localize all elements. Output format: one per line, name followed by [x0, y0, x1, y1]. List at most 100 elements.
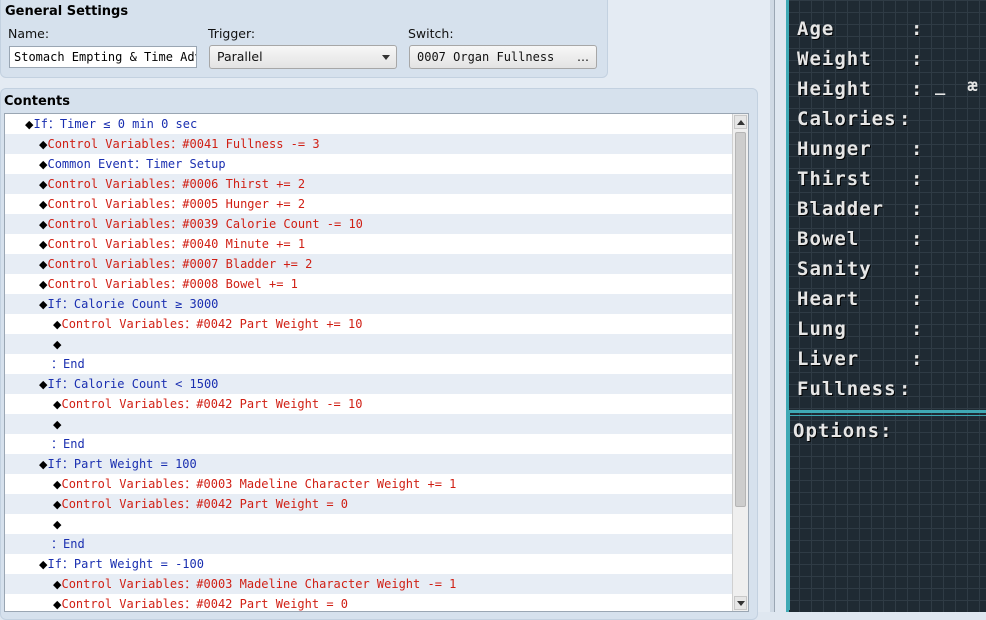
command-text: If：Calorie Count ≥ 3000 [47, 297, 219, 311]
stat-colon: : [911, 258, 923, 280]
height-extra: _ æ [935, 76, 984, 96]
command-text: Control Variables：#0008 Bowel += 1 [47, 277, 298, 291]
command-text: If：Part Weight = -100 [47, 557, 204, 571]
command-text: If：Timer ≤ 0 min 0 sec [33, 117, 198, 131]
stat-label: Bowel [797, 228, 860, 250]
options-divider [789, 415, 986, 416]
command-text: Control Variables：#0005 Hunger += 2 [47, 197, 306, 211]
command-row[interactable]: ：End [5, 434, 748, 454]
switch-value: 0007 Organ Fullness [417, 50, 555, 64]
diamond-icon: ◆ [53, 338, 62, 351]
stat-colon: : [911, 78, 923, 100]
command-row[interactable]: ◆Control Variables：#0039 Calorie Count -… [5, 214, 748, 234]
command-row[interactable]: ◆Control Variables：#0008 Bowel += 1 [5, 274, 748, 294]
command-text: Control Variables：#0042 Part Weight += 1… [61, 317, 363, 331]
general-settings-title: General Settings [5, 4, 129, 19]
command-text: Control Variables：#0003 Madeline Charact… [61, 477, 457, 491]
trigger-select[interactable]: Parallel [209, 45, 397, 69]
command-text: If：Calorie Count < 1500 [47, 377, 219, 391]
command-text: Control Variables：#0039 Calorie Count -=… [47, 217, 363, 231]
arrow-up-icon [737, 120, 745, 125]
stat-colon: : [911, 198, 923, 220]
stat-label: Sanity [797, 258, 872, 280]
command-row[interactable]: ◆ [5, 514, 748, 534]
command-text: Control Variables：#0042 Part Weight = 0 [61, 497, 349, 511]
stat-label: Height [797, 78, 872, 100]
stat-label: Age [797, 18, 835, 40]
contents-title: Contents [4, 94, 70, 109]
trigger-value: Parallel [217, 49, 263, 64]
command-row[interactable]: ◆ [5, 334, 748, 354]
command-row[interactable]: ◆Control Variables：#0003 Madeline Charac… [5, 574, 748, 594]
stat-colon: : [911, 228, 923, 250]
command-row[interactable]: ◆Control Variables：#0041 Fullness -= 3 [5, 134, 748, 154]
command-text: Common Event：Timer Setup [47, 157, 226, 171]
stat-label: Lung [797, 318, 847, 340]
command-row[interactable]: ◆If：Calorie Count < 1500 [5, 374, 748, 394]
options-label: Options: [793, 420, 893, 442]
command-row[interactable]: ◆Control Variables：#0040 Minute += 1 [5, 234, 748, 254]
stat-colon: : [899, 378, 911, 400]
command-row[interactable]: ◆If：Part Weight = -100 [5, 554, 748, 574]
stat-label: Thirst [797, 168, 872, 190]
command-text: ：End [51, 537, 85, 551]
command-row[interactable]: ◆Control Variables：#0003 Madeline Charac… [5, 474, 748, 494]
scroll-thumb[interactable] [735, 132, 746, 507]
command-row[interactable]: ◆Control Variables：#0042 Part Weight = 0 [5, 494, 748, 514]
stat-colon: : [911, 168, 923, 190]
splitter-gap [775, 0, 786, 612]
command-row[interactable]: ◆Common Event：Timer Setup [5, 154, 748, 174]
switch-selector[interactable]: 0007 Organ Fullness … [409, 45, 597, 69]
stat-colon: : [911, 348, 923, 370]
command-text: Control Variables：#0042 Part Weight -= 1… [61, 397, 363, 411]
stat-colon: : [911, 18, 923, 40]
stat-colon: : [911, 288, 923, 310]
command-row[interactable]: ◆Control Variables：#0042 Part Weight = 0 [5, 594, 748, 611]
scroll-down-button[interactable] [734, 596, 747, 610]
command-text: Control Variables：#0042 Part Weight = 0 [61, 597, 349, 611]
command-row[interactable]: ◆Control Variables：#0007 Bladder += 2 [5, 254, 748, 274]
name-label: Name: [8, 26, 50, 41]
command-rows: ◆If：Timer ≤ 0 min 0 sec ◆Control Variable… [5, 114, 748, 611]
stat-label: Heart [797, 288, 860, 310]
command-row[interactable]: ：End [5, 354, 748, 374]
command-text: Control Variables：#0003 Madeline Charact… [61, 577, 457, 591]
name-input[interactable]: Stomach Empting & Time Adva [9, 46, 197, 68]
stat-label: Fullness [797, 378, 897, 400]
command-row[interactable]: ◆Control Variables：#0006 Thirst += 2 [5, 174, 748, 194]
command-row[interactable]: ◆If：Calorie Count ≥ 3000 [5, 294, 748, 314]
diamond-icon: ◆ [53, 518, 62, 531]
command-text: Control Variables：#0006 Thirst += 2 [47, 177, 306, 191]
command-row[interactable]: ◆If：Part Weight = 100 [5, 454, 748, 474]
command-text: ：End [51, 357, 85, 371]
stat-colon: : [899, 108, 911, 130]
scroll-up-button[interactable] [734, 115, 747, 129]
command-row[interactable]: ：End [5, 534, 748, 554]
trigger-label: Trigger: [208, 26, 256, 41]
stat-label: Weight [797, 48, 872, 70]
event-editor: General Settings Name: Stomach Empting &… [0, 0, 770, 620]
stat-label: Bladder [797, 198, 885, 220]
stat-label: Hunger [797, 138, 872, 160]
diamond-icon: ◆ [53, 418, 62, 431]
stat-colon: : [911, 138, 923, 160]
command-text: Control Variables：#0007 Bladder += 2 [47, 257, 313, 271]
stat-colon: : [911, 48, 923, 70]
command-row[interactable]: ◆Control Variables：#0042 Part Weight += … [5, 314, 748, 334]
command-row[interactable]: ◆ [5, 414, 748, 434]
vertical-scrollbar[interactable] [732, 114, 748, 611]
switch-label: Switch: [408, 26, 454, 41]
chevron-down-icon [382, 55, 390, 60]
command-row[interactable]: ◆Control Variables：#0042 Part Weight -= … [5, 394, 748, 414]
arrow-down-icon [737, 601, 745, 606]
command-row[interactable]: ◆Control Variables：#0005 Hunger += 2 [5, 194, 748, 214]
command-text: Control Variables：#0040 Minute += 1 [47, 237, 306, 251]
command-row[interactable]: ◆If：Timer ≤ 0 min 0 sec [5, 114, 748, 134]
ellipsis-icon[interactable]: … [577, 46, 590, 68]
stat-label: Calories [797, 108, 897, 130]
command-list[interactable]: ◆If：Timer ≤ 0 min 0 sec ◆Control Variable… [4, 113, 749, 612]
command-text: If：Part Weight = 100 [47, 457, 197, 471]
command-text: ：End [51, 437, 85, 451]
stat-label: Liver [797, 348, 860, 370]
stat-colon: : [911, 318, 923, 340]
